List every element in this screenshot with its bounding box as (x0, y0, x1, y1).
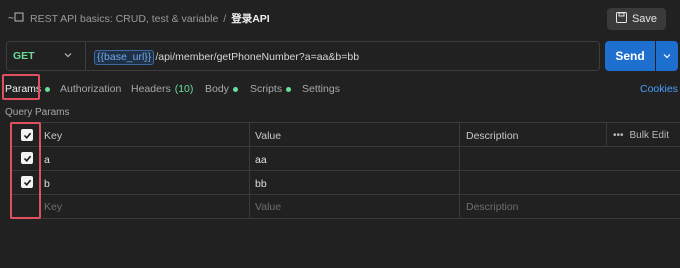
body-indicator-dot (232, 86, 238, 92)
breadcrumb-collection[interactable]: REST API basics: CRUD, test & variable (30, 13, 218, 25)
headers-count: (10) (174, 83, 194, 95)
table-border (10, 170, 680, 171)
table-border (10, 218, 680, 219)
table-border (10, 122, 680, 123)
bulk-edit-label: Bulk Edit (629, 130, 669, 141)
checkbox-highlight-box (10, 122, 41, 219)
more-icon: ••• (613, 130, 624, 141)
tab-label: Headers (131, 83, 171, 95)
section-label: Query Params (5, 107, 70, 118)
column-header-key: Key (44, 130, 63, 142)
send-button[interactable]: Send (605, 41, 655, 71)
tab-label: Body (205, 83, 229, 95)
tab-headers[interactable]: Headers (10) (131, 83, 193, 95)
breadcrumb: REST API basics: CRUD, test & variable / 登… (30, 11, 270, 26)
column-header-value: Value (255, 130, 282, 142)
method-select[interactable]: GET (13, 50, 35, 62)
bulk-edit-button[interactable]: ••• Bulk Edit (613, 130, 669, 141)
table-border (10, 146, 680, 147)
column-divider (249, 122, 250, 218)
column-divider (606, 122, 607, 146)
send-options-chevron-icon[interactable] (656, 41, 678, 71)
chevron-down-icon[interactable] (63, 50, 73, 63)
params-indicator-dot (45, 86, 51, 92)
tab-authorization[interactable]: Authorization (60, 83, 121, 95)
cookies-link[interactable]: Cookies (640, 83, 678, 95)
save-icon (615, 12, 627, 26)
svg-text:~: ~ (8, 13, 14, 24)
api-icon: ~ (8, 10, 24, 24)
param-value[interactable]: aa (255, 154, 267, 166)
new-description-input[interactable]: Description (466, 201, 519, 213)
param-key[interactable]: a (44, 154, 50, 166)
tab-body[interactable]: Body (205, 83, 238, 95)
request-name[interactable]: 登录API (231, 13, 270, 25)
tab-label: Scripts (250, 83, 283, 95)
param-value[interactable]: bb (255, 178, 267, 190)
tab-settings[interactable]: Settings (302, 83, 340, 95)
save-button[interactable]: Save (607, 8, 666, 30)
tab-label: Settings (302, 83, 340, 95)
table-border (10, 194, 680, 195)
url-input[interactable]: {{base_url}}/api/member/getPhoneNumber?a… (94, 50, 359, 65)
url-variable[interactable]: {{base_url}} (94, 50, 155, 65)
column-header-description: Description (466, 130, 519, 142)
param-key[interactable]: b (44, 178, 50, 190)
scripts-indicator-dot (286, 86, 292, 92)
url-path: /api/member/getPhoneNumber?a=aa&b=bb (155, 51, 360, 63)
save-label: Save (631, 13, 658, 25)
params-highlight-box (2, 74, 40, 100)
new-value-input[interactable]: Value (255, 201, 281, 213)
breadcrumb-separator: / (223, 13, 227, 25)
new-key-input[interactable]: Key (44, 201, 62, 213)
column-divider (459, 122, 460, 218)
tab-scripts[interactable]: Scripts (250, 83, 292, 95)
tab-label: Authorization (60, 83, 122, 95)
divider (85, 42, 86, 70)
